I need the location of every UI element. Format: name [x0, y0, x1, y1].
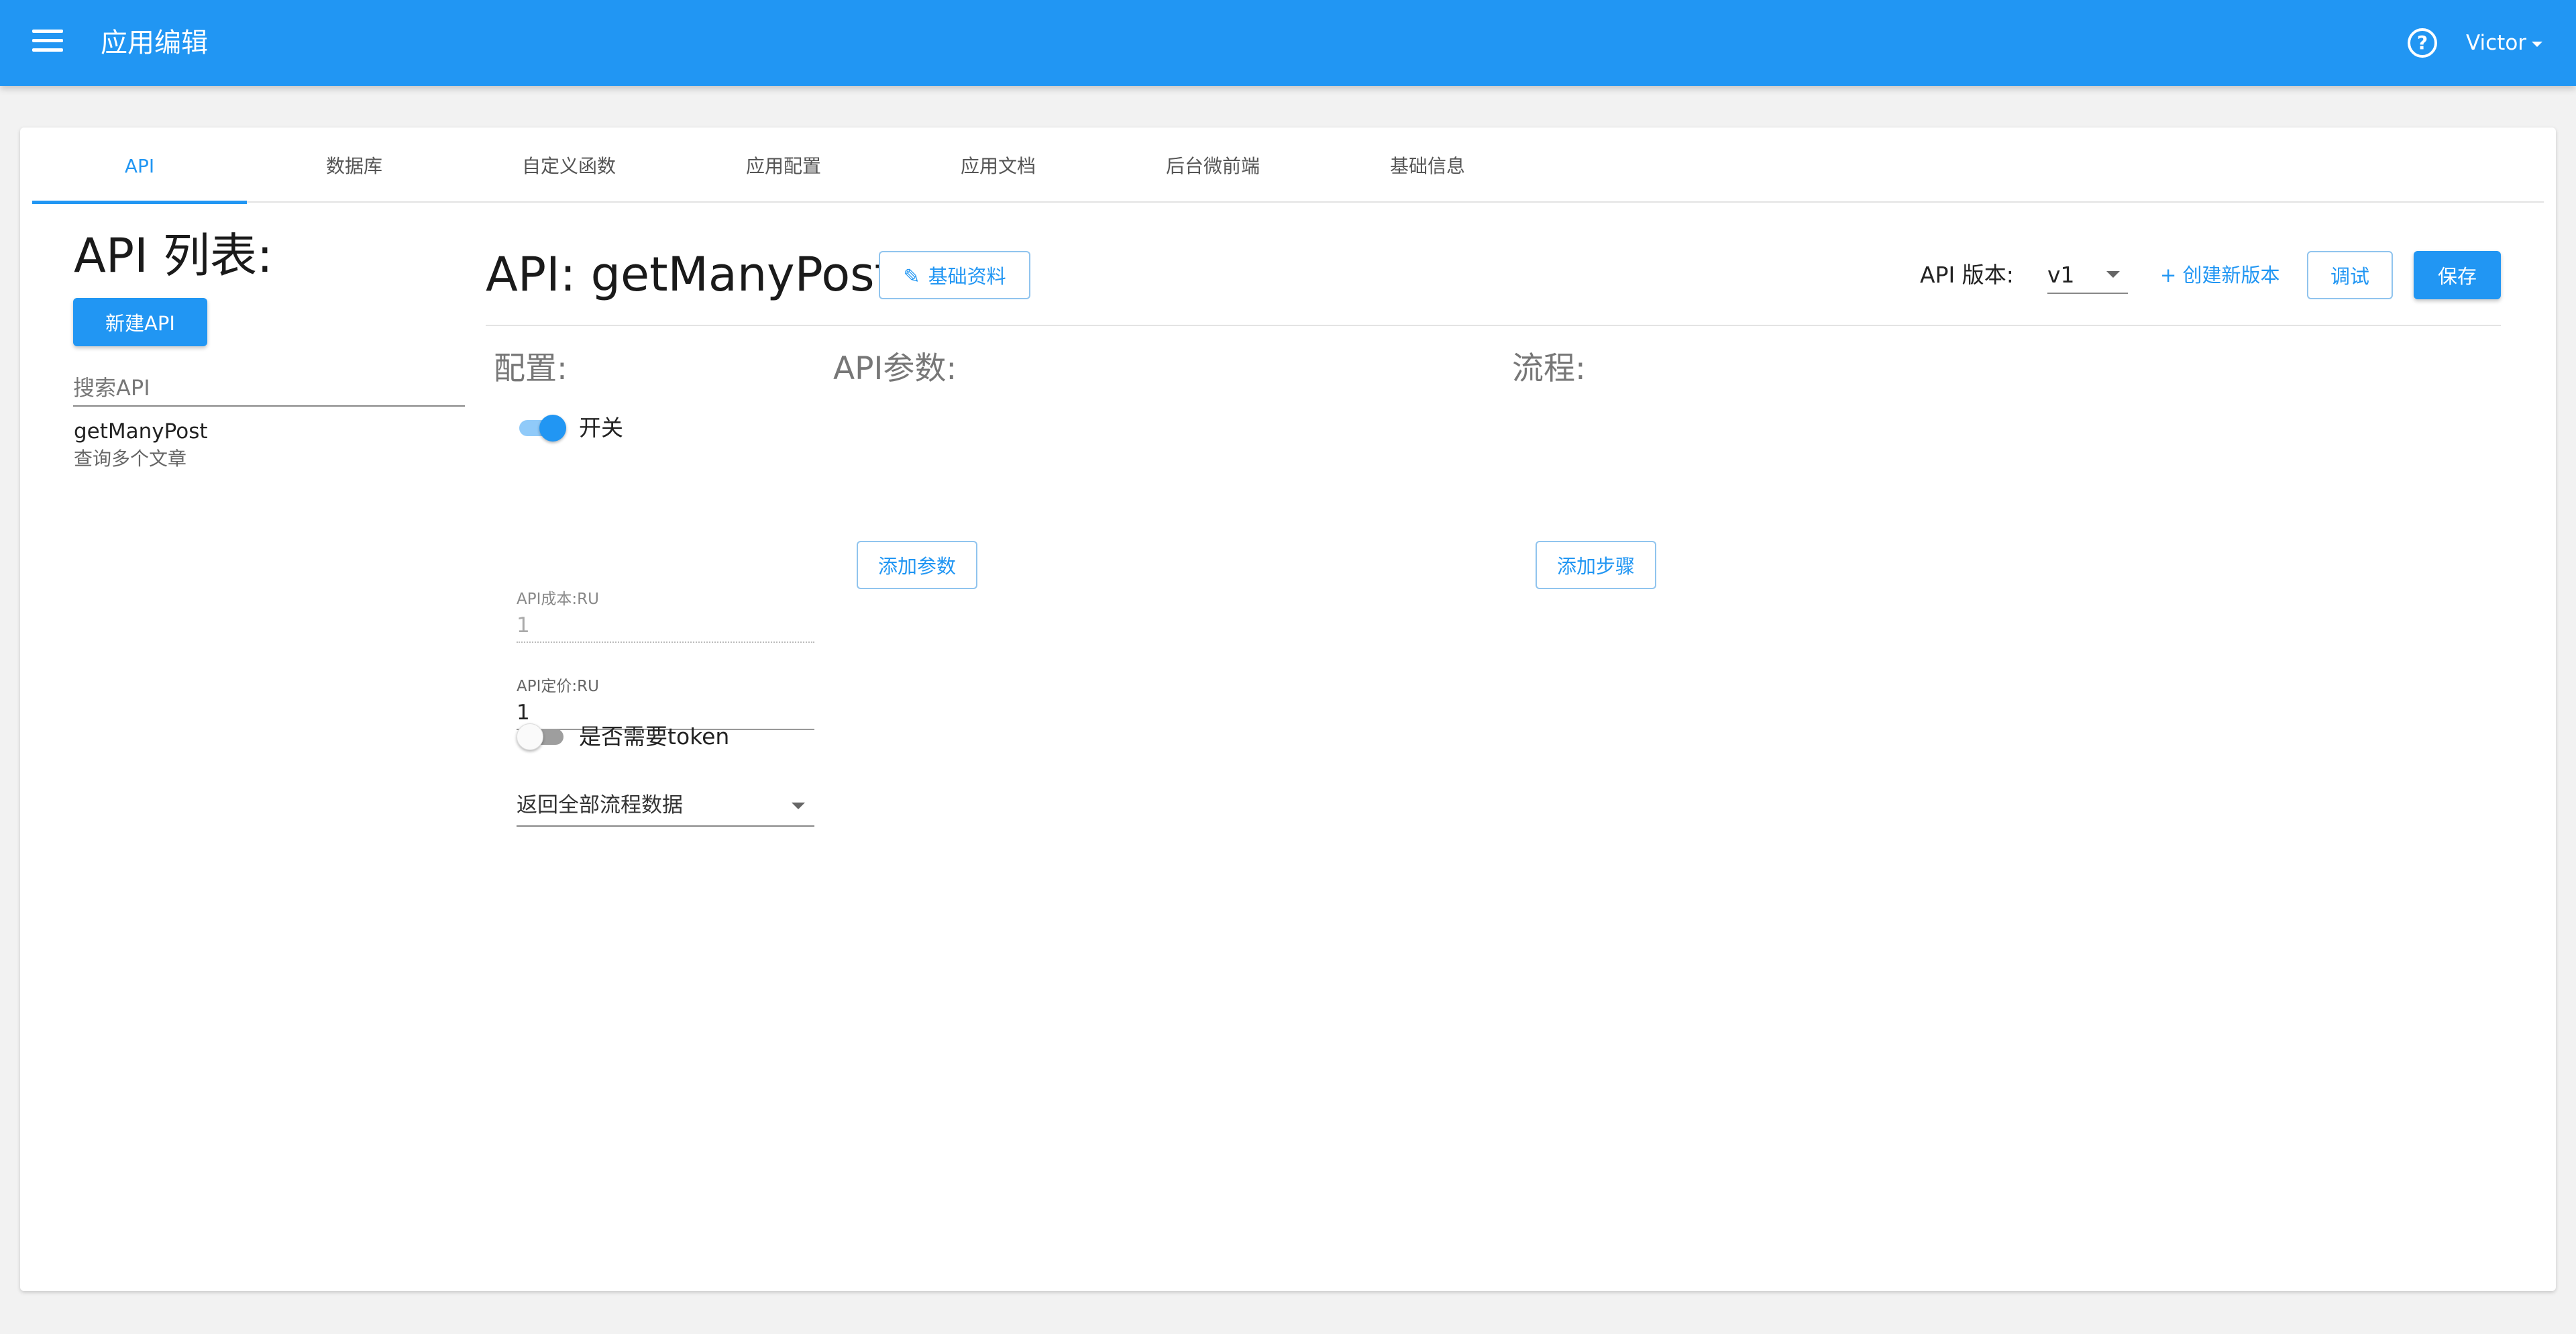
create-new-version-link[interactable]: + 创建新版本: [2160, 262, 2280, 289]
pencil-icon: ✎: [903, 265, 920, 289]
tab-bar: API 数据库 自定义函数 应用配置 应用文档 后台微前端 基础信息: [32, 146, 2544, 204]
require-token-toggle[interactable]: [517, 723, 566, 750]
config-section-title: 配置:: [494, 350, 568, 387]
enable-toggle[interactable]: [517, 415, 566, 442]
divider: [486, 325, 2501, 326]
tab-basic-info[interactable]: 基础信息: [1320, 146, 1535, 203]
api-item-desc: 查询多个文章: [74, 448, 187, 470]
api-cost-field: API成本:RU: [517, 589, 814, 643]
api-version-value: v1: [2047, 262, 2075, 288]
api-list-title: API 列表:: [74, 228, 273, 283]
enable-toggle-label: 开关: [579, 415, 623, 441]
user-menu[interactable]: Victor: [2466, 28, 2543, 58]
basic-info-button[interactable]: ✎ 基础资料: [879, 251, 1030, 299]
api-item-name: getManyPost: [74, 419, 208, 444]
app-title: 应用编辑: [101, 28, 208, 58]
return-data-select[interactable]: 返回全部流程数据: [517, 784, 814, 827]
return-data-value: 返回全部流程数据: [517, 793, 683, 817]
api-price-label: API定价:RU: [517, 678, 599, 695]
tab-api[interactable]: API: [32, 146, 247, 204]
basic-info-label: 基础资料: [928, 265, 1006, 288]
main-card: API 数据库 自定义函数 应用配置 应用文档 后台微前端 基础信息 API 列…: [20, 127, 2556, 1291]
debug-button[interactable]: 调试: [2307, 251, 2393, 299]
api-version-label: API 版本:: [1920, 262, 2014, 288]
tab-app-config[interactable]: 应用配置: [676, 146, 891, 203]
api-version-select[interactable]: v1: [2047, 256, 2128, 294]
caret-down-icon: [2106, 271, 2120, 278]
tab-admin-micro-frontend[interactable]: 后台微前端: [1106, 146, 1320, 203]
flow-section-title: 流程:: [1512, 350, 1586, 387]
api-title: API: getManyPost: [486, 247, 894, 302]
hamburger-menu-icon[interactable]: [32, 30, 63, 56]
add-param-button[interactable]: 添加参数: [857, 541, 977, 589]
search-api-input[interactable]: [73, 370, 465, 407]
add-step-button[interactable]: 添加步骤: [1536, 541, 1656, 589]
api-cost-label: API成本:RU: [517, 591, 599, 608]
require-token-label: 是否需要token: [579, 723, 730, 750]
caret-down-icon: [2532, 41, 2543, 47]
save-button[interactable]: 保存: [2414, 251, 2501, 299]
caret-down-icon: [792, 803, 805, 809]
api-cost-input: [517, 609, 814, 643]
help-circle-icon[interactable]: ?: [2408, 28, 2437, 58]
tab-database[interactable]: 数据库: [247, 146, 462, 203]
app-bar: 应用编辑 ? Victor: [0, 0, 2576, 86]
tab-app-docs[interactable]: 应用文档: [891, 146, 1106, 203]
tab-custom-functions[interactable]: 自定义函数: [462, 146, 676, 203]
list-item[interactable]: getManyPost 查询多个文章: [74, 417, 463, 472]
api-params-section-title: API参数:: [833, 350, 957, 387]
new-api-button[interactable]: 新建API: [73, 298, 207, 346]
user-name: Victor: [2466, 31, 2527, 55]
